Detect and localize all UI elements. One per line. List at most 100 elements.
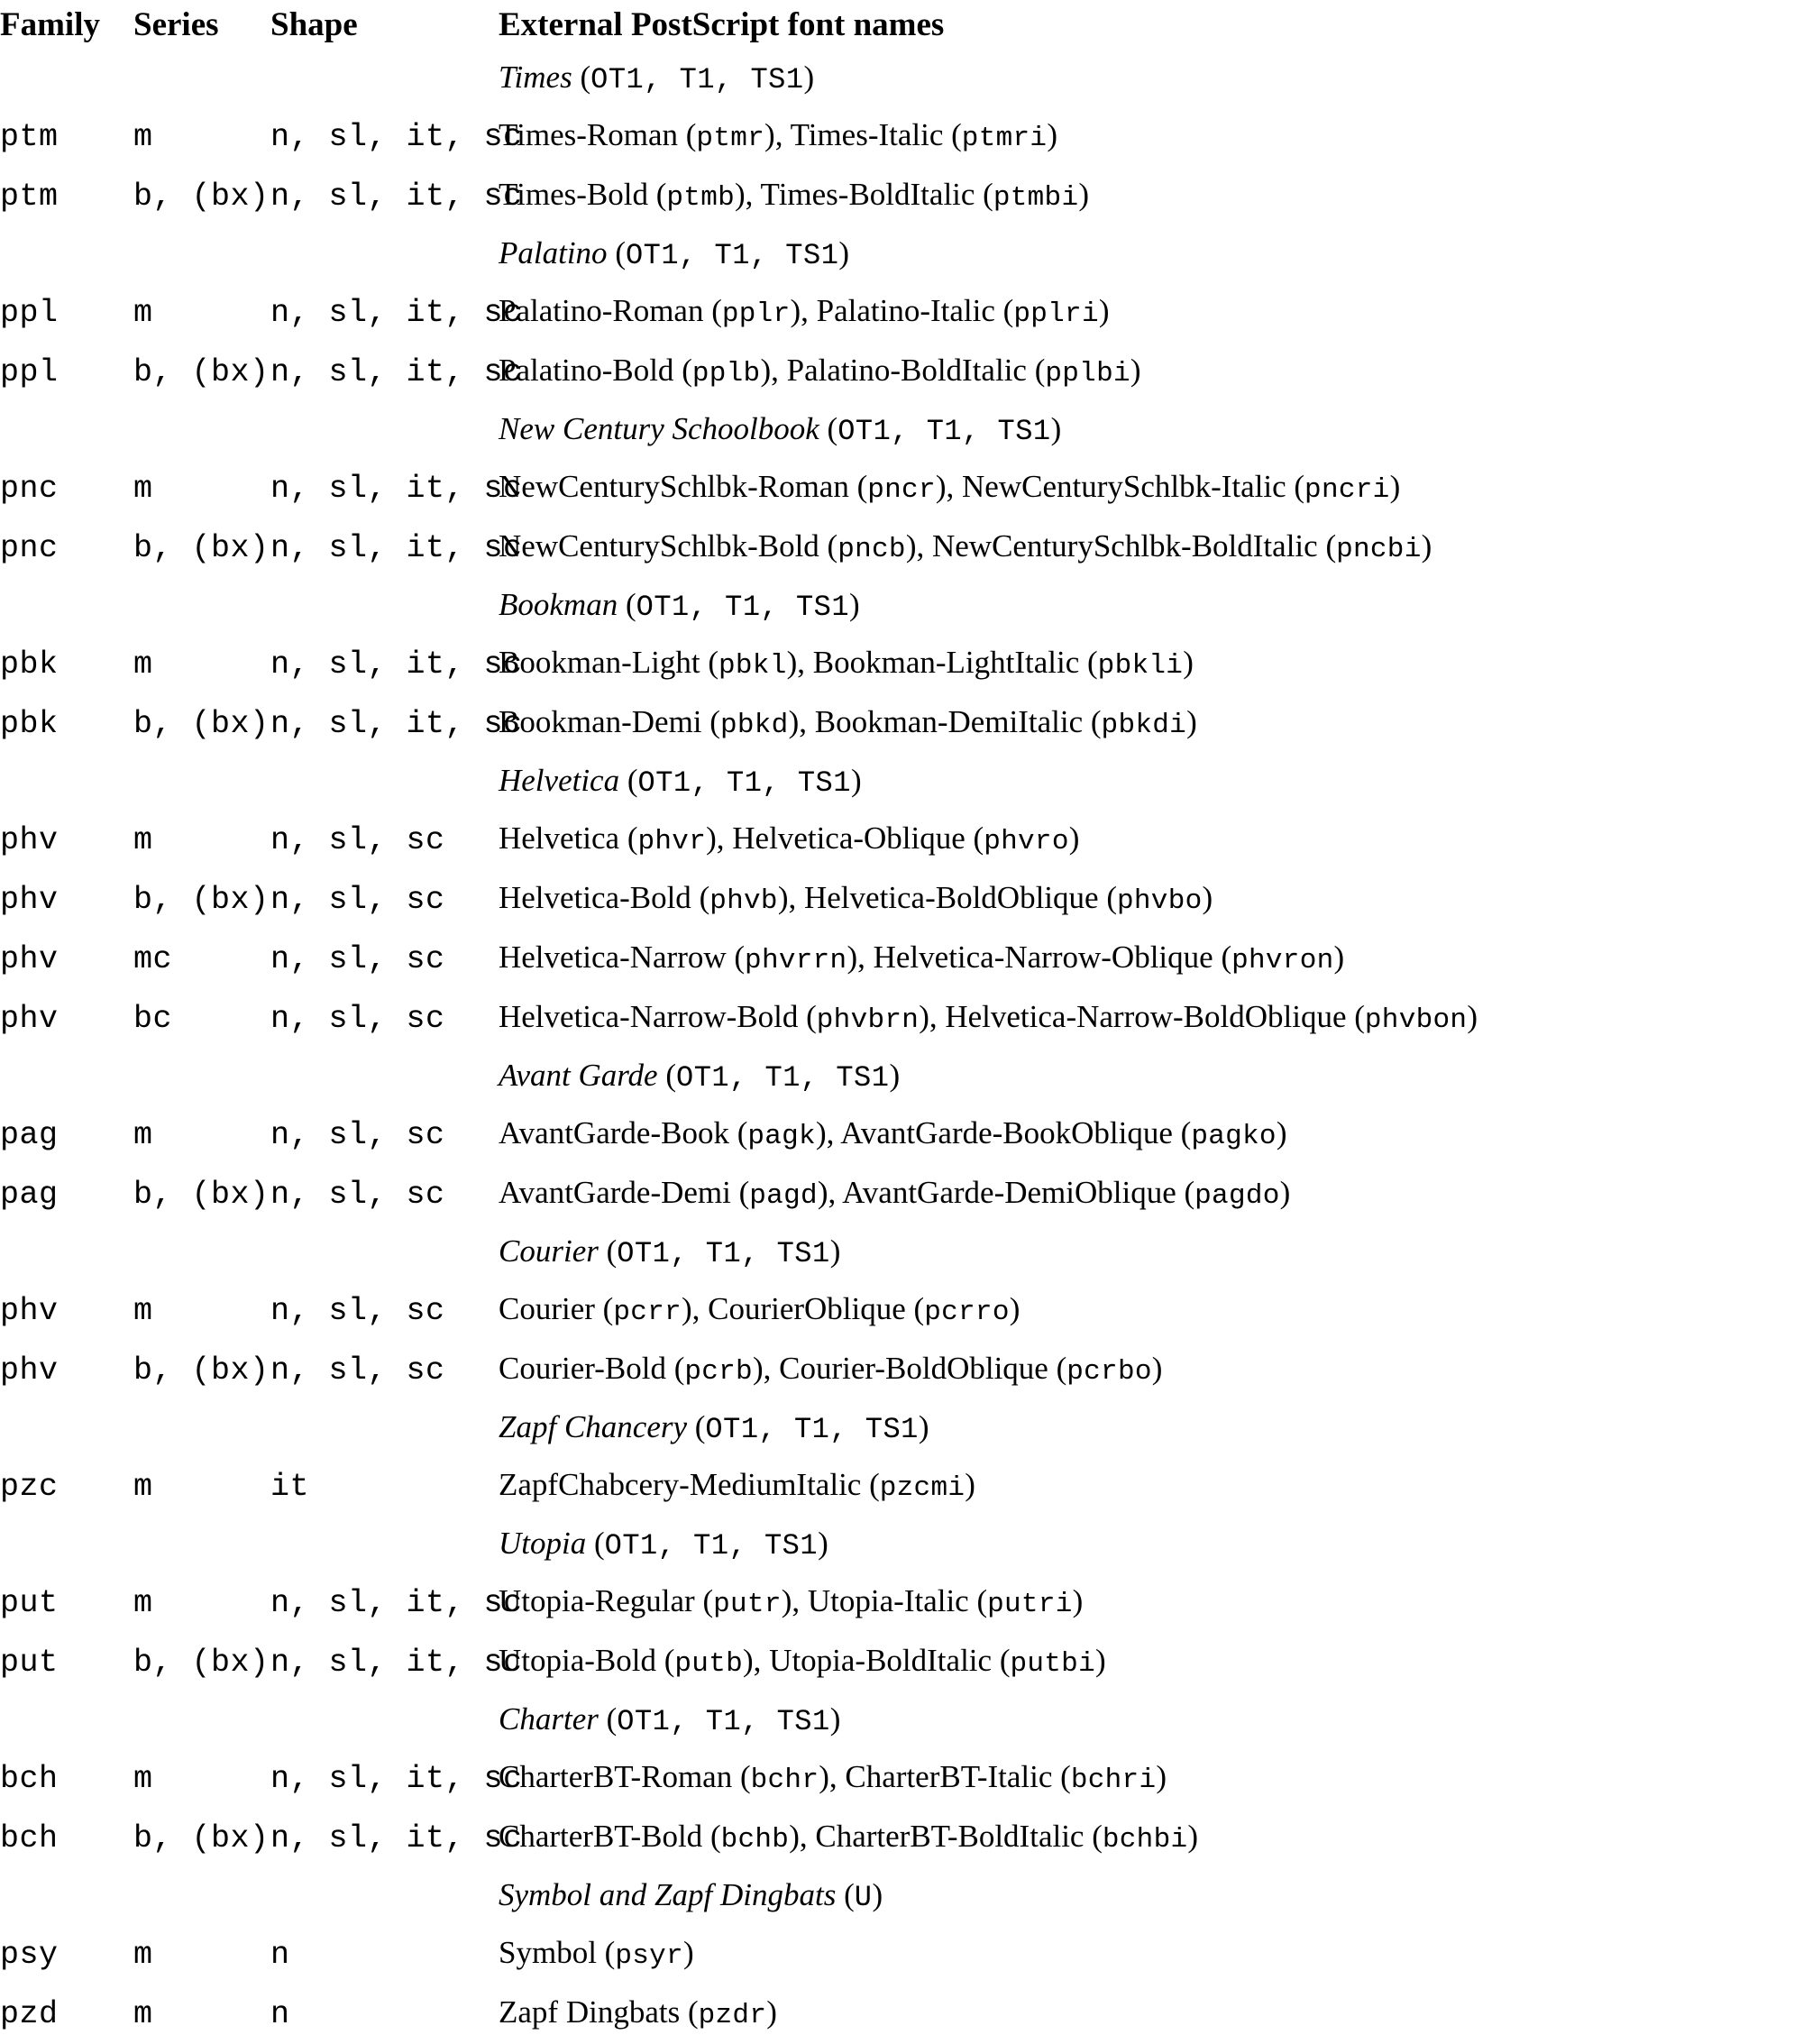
code-paren-open: ( bbox=[691, 880, 710, 915]
postscript-font-name: Utopia-Regular bbox=[499, 1583, 695, 1618]
table-row: phv bc n, sl, sc Helvetica-Narrow-Bold (phv… bbox=[0, 989, 1803, 1049]
section-spacer-shape bbox=[270, 1692, 499, 1749]
cell-shape: n, sl, sc bbox=[270, 882, 445, 918]
cell-series: b, (bx) bbox=[133, 882, 270, 918]
cell-series: b, (bx) bbox=[133, 1177, 270, 1213]
font-separator: , bbox=[716, 820, 733, 856]
section-family-name: Palatino bbox=[499, 235, 608, 270]
section-encodings: OT1, T1, TS1 bbox=[617, 1705, 830, 1738]
code-paren-close: ) bbox=[777, 880, 789, 915]
table-row: put m n, sl, it, sc Utopia-Regular (putr), … bbox=[0, 1573, 1803, 1633]
section-paren-open: ( bbox=[598, 1233, 618, 1269]
postscript-font-name: Times-Italic bbox=[790, 117, 944, 152]
code-paren-close: ) bbox=[1009, 1291, 1020, 1326]
font-shorthand-code: ptmb bbox=[666, 182, 736, 214]
cell-family: ptm bbox=[0, 119, 59, 155]
postscript-font-name: Courier-Bold bbox=[499, 1351, 666, 1386]
postscript-font-name: Times-BoldItalic bbox=[760, 177, 975, 212]
section-family-name: Helvetica bbox=[499, 763, 620, 798]
font-separator: , bbox=[946, 469, 963, 504]
cell-family: phv bbox=[0, 1293, 59, 1329]
table-row: pnc b, (bx) n, sl, it, sc NewCenturySchlbk-… bbox=[0, 518, 1803, 578]
postscript-font-name: Symbol bbox=[499, 1935, 597, 1970]
font-shorthand-code: bchbi bbox=[1102, 1824, 1188, 1856]
code-paren-open: ( bbox=[701, 704, 720, 739]
code-paren-open: ( bbox=[1084, 1819, 1103, 1854]
font-shorthand-code: pcrb bbox=[684, 1356, 753, 1388]
section-paren-open: ( bbox=[572, 60, 591, 95]
postscript-font-name: Helvetica-Oblique bbox=[732, 820, 966, 856]
table-row: phv m n, sl, sc Courier (pcrr), CourierObli… bbox=[0, 1281, 1803, 1341]
cell-shape: n, sl, it, sc bbox=[270, 1585, 523, 1621]
code-paren-close: ) bbox=[781, 1583, 792, 1618]
cell-series: m bbox=[133, 1761, 153, 1797]
postscript-font-name: CharterBT-BoldItalic bbox=[815, 1819, 1085, 1854]
font-shorthand-code: ptmbi bbox=[993, 182, 1079, 214]
cell-external-font-names: Helvetica-Bold (phvb), Helvetica-BoldObl… bbox=[499, 870, 1803, 930]
section-title-row: Courier (OT1, T1, TS1) bbox=[0, 1224, 1803, 1281]
font-shorthand-code: phvr bbox=[637, 826, 707, 857]
cell-external-font-names: Courier (pcrr), CourierOblique (pcrro) bbox=[499, 1281, 1803, 1341]
postscript-font-name: Palatino-BoldItalic bbox=[786, 353, 1027, 388]
code-paren-open: ( bbox=[1052, 1759, 1071, 1794]
cell-external-font-names: Palatino-Roman (pplr), Palatino-Italic (… bbox=[499, 283, 1803, 343]
code-paren-close: ) bbox=[905, 528, 917, 564]
font-shorthand-code: pplri bbox=[1013, 298, 1099, 330]
code-paren-open: ( bbox=[1176, 1175, 1195, 1210]
cell-series: b, (bx) bbox=[133, 706, 270, 742]
font-separator: , bbox=[799, 1819, 816, 1854]
section-spacer-shape bbox=[270, 226, 499, 283]
postscript-font-name: CharterBT-Roman bbox=[499, 1759, 733, 1794]
cell-series: b, (bx) bbox=[133, 1820, 270, 1856]
section-spacer-series bbox=[133, 1517, 270, 1573]
cell-family: pag bbox=[0, 1117, 59, 1153]
postscript-font-name: Helvetica-BoldOblique bbox=[804, 880, 1099, 915]
section-spacer-shape bbox=[270, 1049, 499, 1105]
section-family-name: Bookman bbox=[499, 587, 618, 622]
font-shorthand-code: pplb bbox=[691, 358, 761, 390]
font-shorthand-code: pagdo bbox=[1194, 1180, 1280, 1212]
font-separator: , bbox=[797, 645, 813, 680]
section-title-row: Bookman (OT1, T1, TS1) bbox=[0, 578, 1803, 635]
font-shorthand-code: pzdr bbox=[698, 2000, 767, 2031]
code-paren-close: ) bbox=[706, 820, 717, 856]
section-title: Bookman (OT1, T1, TS1) bbox=[499, 578, 1803, 635]
font-separator: , bbox=[774, 117, 791, 152]
column-header-external: External PostScript font names bbox=[499, 6, 945, 43]
code-paren-open: ( bbox=[994, 293, 1014, 328]
section-paren-close: ) bbox=[889, 1058, 901, 1093]
postscript-font-name: Zapf Dingbats bbox=[499, 1994, 681, 2030]
table-row: pzd m n Zapf Dingbats (pzdr) bbox=[0, 1984, 1803, 2044]
cell-series: m bbox=[133, 1117, 153, 1153]
code-paren-open: ( bbox=[943, 117, 962, 152]
section-spacer-series bbox=[133, 226, 270, 283]
section-title-row: Avant Garde (OT1, T1, TS1) bbox=[0, 1049, 1803, 1105]
table-row: pzc m it ZapfChabcery-MediumItalic (pzcmi) bbox=[0, 1457, 1803, 1517]
font-shorthand-code: psyr bbox=[615, 1940, 683, 1972]
code-paren-close: ) bbox=[1098, 293, 1110, 328]
cell-family: put bbox=[0, 1585, 59, 1621]
code-paren-open: ( bbox=[1172, 1115, 1192, 1150]
font-separator: , bbox=[916, 528, 932, 564]
font-separator: , bbox=[763, 1351, 780, 1386]
code-paren-open: ( bbox=[1079, 645, 1098, 680]
cell-external-font-names: AvantGarde-Demi (pagd), AvantGarde-DemiO… bbox=[499, 1165, 1803, 1224]
font-separator: , bbox=[826, 1115, 841, 1150]
postscript-font-name: Courier bbox=[499, 1291, 595, 1326]
cell-shape: n, sl, sc bbox=[270, 1352, 445, 1389]
table-row: bch b, (bx) n, sl, it, sc CharterBT-Bold (b… bbox=[0, 1809, 1803, 1868]
section-title-row: New Century Schoolbook (OT1, T1, TS1) bbox=[0, 402, 1803, 459]
font-shorthand-code: pcrbo bbox=[1066, 1356, 1152, 1388]
cell-family: pnc bbox=[0, 471, 59, 507]
section-encodings: OT1, T1, TS1 bbox=[604, 1529, 819, 1563]
cell-shape: n, sl, it, sc bbox=[270, 471, 523, 507]
font-shorthand-code: phvbo bbox=[1116, 885, 1203, 917]
table-row: phv m n, sl, sc Helvetica (phvr), Helvetica… bbox=[0, 811, 1803, 870]
section-spacer-family bbox=[0, 754, 133, 811]
postscript-font-name: NewCenturySchlbk-Italic bbox=[962, 469, 1286, 504]
section-paren-open: ( bbox=[819, 411, 838, 446]
font-shorthand-code: pplr bbox=[721, 298, 791, 330]
code-paren-close: ) bbox=[965, 1467, 975, 1502]
font-shorthand-code: pbkdi bbox=[1101, 710, 1187, 741]
table-row: ppl b, (bx) n, sl, it, sc Palatino-Bold (pp… bbox=[0, 343, 1803, 402]
